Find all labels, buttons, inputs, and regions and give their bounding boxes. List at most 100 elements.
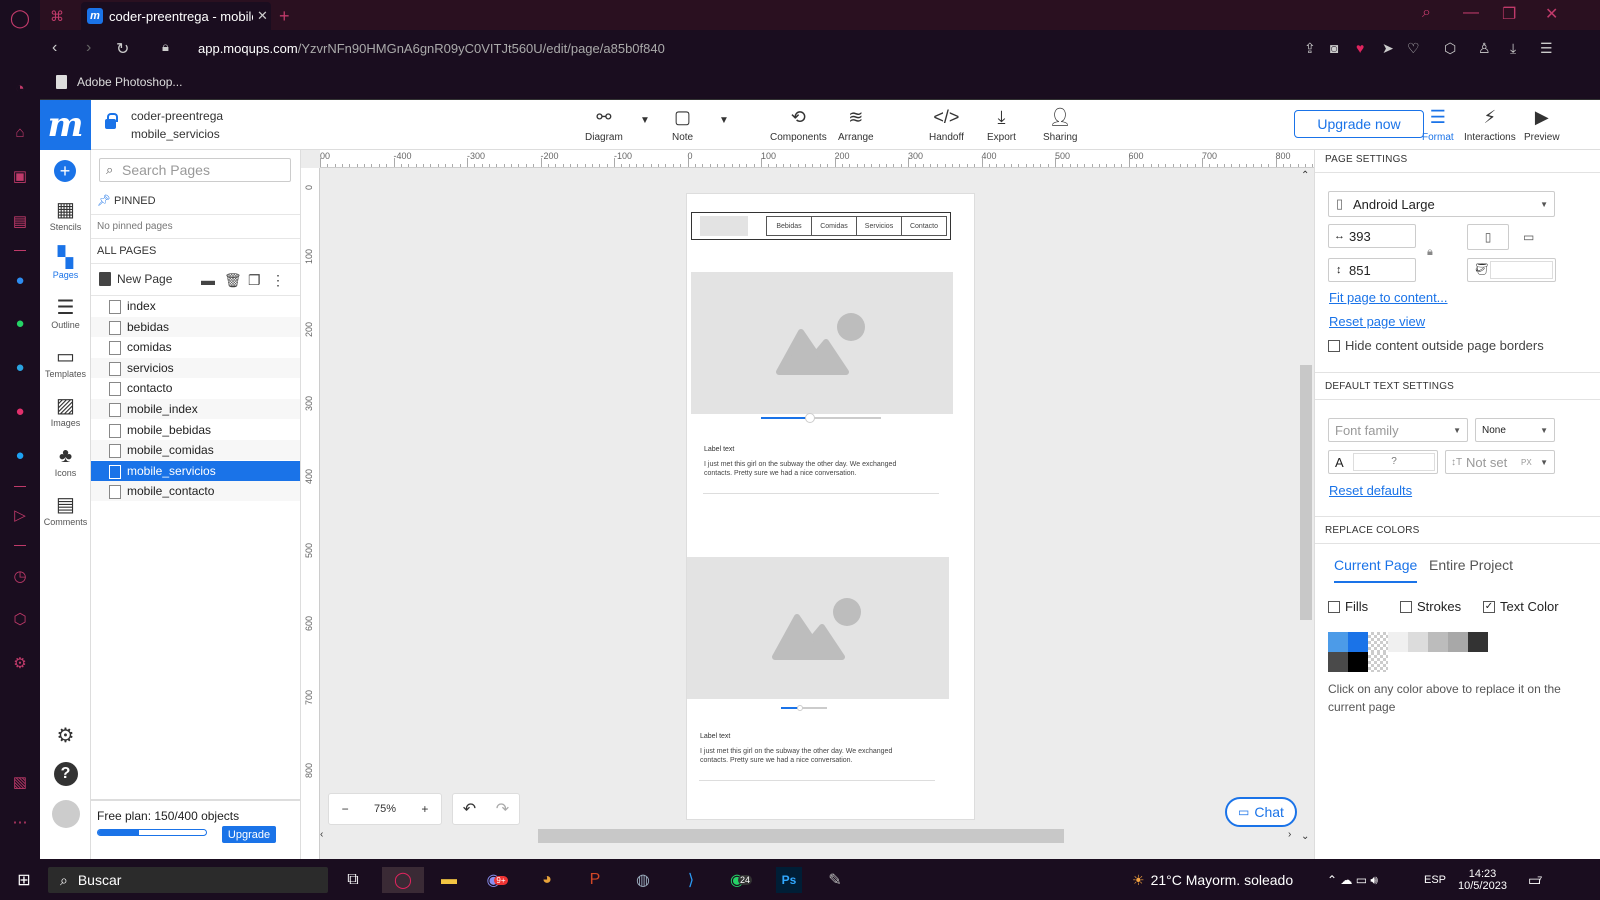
diagram-button[interactable]: ⚯ Diagram — [585, 106, 623, 143]
maximize-icon[interactable]: ❐ — [1502, 4, 1516, 24]
mock-nav-link[interactable]: Contacto — [901, 216, 947, 236]
color-swatch[interactable] — [1468, 632, 1488, 652]
vscode-icon[interactable]: ⟩ — [678, 867, 704, 893]
clock[interactable]: 14:23 10/5/2023 — [1458, 863, 1507, 897]
page-item[interactable]: mobile_bebidas — [91, 420, 300, 440]
back-icon[interactable]: ‹ — [52, 39, 57, 57]
more-options-icon[interactable]: ⋮ — [271, 272, 285, 288]
undo-icon[interactable]: ↶ — [463, 799, 476, 819]
strokes-checkbox[interactable]: Strokes — [1400, 599, 1461, 614]
opera-taskbar-icon[interactable]: ◯ — [382, 867, 424, 893]
rail-comments[interactable]: ▤ Comments — [40, 493, 91, 527]
color-swatch[interactable] — [1348, 632, 1368, 652]
instagram-icon[interactable]: ● — [10, 401, 30, 421]
tab-entire-project[interactable]: Entire Project — [1429, 557, 1513, 573]
page-item[interactable]: servicios — [91, 357, 300, 378]
upgrade-now-button[interactable]: Upgrade now — [1294, 110, 1424, 138]
color-swatch[interactable] — [1328, 652, 1348, 672]
landscape-icon[interactable]: ▭ — [1523, 230, 1534, 244]
new-page-button[interactable]: New Page — [99, 272, 172, 286]
delete-icon[interactable]: 🗑︎ — [224, 272, 242, 288]
rail-images[interactable]: ▨ Images — [40, 394, 91, 428]
sharing-button[interactable]: 👤︎ Sharing — [1043, 106, 1077, 143]
width-field[interactable]: ↔ 393 — [1328, 224, 1416, 248]
tab-current-page[interactable]: Current Page — [1334, 557, 1418, 583]
font-size-field[interactable]: A? — [1328, 450, 1438, 474]
rail-stencils[interactable]: ▦ Stencils — [40, 198, 91, 232]
format-button[interactable]: ☰ Format — [1422, 106, 1454, 143]
task-view-icon[interactable]: ⧉ — [340, 867, 366, 893]
canvas[interactable]: 00 -400 -300 -200 -100 0 100 200 300 400 500 600 700… — [301, 150, 1314, 859]
zoom-level[interactable]: 75% — [374, 803, 396, 815]
twitter-icon[interactable]: ● — [10, 445, 30, 465]
reset-defaults-link[interactable]: Reset defaults — [1329, 483, 1412, 498]
vertical-scrollbar[interactable]: ⌃ ⌄ — [1298, 168, 1314, 843]
speed-dial-icon[interactable]: ◔ — [10, 78, 30, 98]
steam-icon[interactable]: ◍ — [630, 867, 656, 893]
color-swatch[interactable] — [1428, 632, 1448, 652]
discord-icon[interactable]: ◉9+ — [484, 867, 510, 893]
player-icon[interactable]: ▷ — [10, 505, 30, 525]
language[interactable]: ESP — [1424, 867, 1446, 893]
artboard[interactable]: Bebidas Comidas Servicios Contacto Label te… — [686, 193, 975, 820]
mock-nav-link[interactable]: Comidas — [811, 216, 857, 236]
chrome-icon[interactable]: ◕ — [534, 867, 560, 893]
text-color-checkbox[interactable]: ✓ Text Color — [1483, 599, 1559, 614]
plan-upgrade-button[interactable]: Upgrade — [222, 826, 276, 843]
weather-widget[interactable]: ☀ 21°C Mayorm. soleado — [1132, 867, 1293, 893]
rail-help[interactable]: ? — [40, 762, 91, 786]
messenger-icon[interactable]: ● — [10, 270, 30, 290]
page-item[interactable]: index — [91, 296, 300, 316]
new-tab-button[interactable]: + — [279, 2, 290, 30]
photoshop-icon[interactable]: Ps — [776, 867, 802, 893]
add-icon[interactable]: + — [54, 160, 76, 182]
telegram-icon[interactable]: ● — [10, 357, 30, 377]
gamepad-icon[interactable]: ⌘ — [50, 2, 64, 30]
rail-settings[interactable]: ⚙ — [40, 724, 91, 748]
opera-logo-icon[interactable]: ◯ — [10, 8, 30, 28]
favorite-icon[interactable]: ♡ — [1407, 40, 1420, 57]
whatsapp-icon[interactable]: ● — [10, 313, 30, 333]
mock-navbar[interactable]: Bebidas Comidas Servicios Contacto — [691, 212, 951, 240]
tab-close-icon[interactable]: ✕ — [257, 8, 268, 24]
taskbar-search[interactable]: ⌕ Buscar — [48, 867, 328, 893]
diagram-dropdown-icon[interactable]: ▼ — [640, 115, 650, 126]
menu-icon[interactable]: ☰ — [1540, 40, 1553, 57]
more-icon[interactable]: ⋯ — [10, 812, 30, 832]
cube-icon[interactable]: ⬡ — [1444, 40, 1456, 57]
camera-icon[interactable]: ◙ — [1330, 40, 1338, 56]
note-dropdown-icon[interactable]: ▼ — [719, 115, 729, 126]
preview-button[interactable]: ▶ Preview — [1524, 106, 1560, 143]
forward-icon[interactable]: › — [86, 39, 91, 57]
profile-icon[interactable]: ♙ — [1478, 40, 1491, 57]
handoff-button[interactable]: </> Handoff — [929, 106, 964, 143]
fills-checkbox[interactable]: Fills — [1328, 599, 1368, 614]
rail-avatar[interactable] — [40, 800, 91, 828]
components-button[interactable]: ⟲ Components — [770, 106, 827, 143]
page-item[interactable]: mobile_comidas — [91, 440, 300, 461]
color-swatch[interactable] — [1328, 632, 1348, 652]
mock-nav-link[interactable]: Bebidas — [766, 216, 812, 236]
bookmark-photoshop[interactable]: Adobe Photoshop... — [77, 75, 182, 89]
color-swatch[interactable] — [1348, 652, 1368, 672]
font-family-select[interactable]: Font family — [1328, 418, 1468, 442]
line-height-field[interactable]: ↕T Not set PX — [1445, 450, 1555, 474]
windows-start-icon[interactable]: ⊞ — [12, 867, 36, 893]
interactions-button[interactable]: ⚡︎ Interactions — [1464, 106, 1516, 143]
page-item[interactable]: mobile_index — [91, 399, 300, 419]
window-close-icon[interactable]: ✕ — [1545, 4, 1558, 24]
transparent-swatch[interactable] — [1368, 652, 1388, 672]
font-weight-select[interactable]: None — [1475, 418, 1555, 442]
gallery-icon[interactable]: ▧ — [10, 772, 30, 792]
tab-active[interactable]: m coder-preentrega - mobile_ ✕ — [81, 2, 271, 30]
height-field[interactable]: ↕ 851 — [1328, 258, 1416, 282]
search-pages-input[interactable]: ⌕ Search Pages — [99, 158, 291, 182]
notifications-icon[interactable]: ▭ 7 — [1528, 867, 1542, 893]
fit-page-link[interactable]: Fit page to content... — [1329, 290, 1448, 305]
page-item[interactable]: bebidas — [91, 316, 300, 337]
color-swatch[interactable] — [1448, 632, 1468, 652]
portrait-button[interactable]: ▯ — [1467, 224, 1509, 250]
image-placeholder[interactable] — [687, 557, 949, 699]
workspace-icon[interactable]: ▤ — [10, 211, 30, 231]
image-placeholder[interactable] — [691, 272, 953, 414]
